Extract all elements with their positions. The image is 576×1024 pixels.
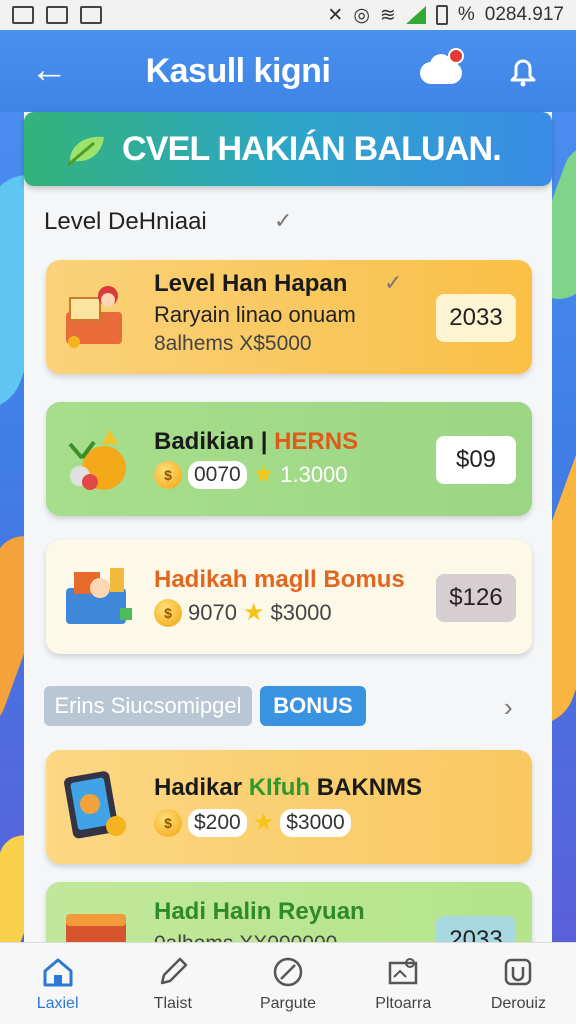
card-values: $ 0070 ★ 1.3000	[154, 460, 348, 489]
compass-icon	[273, 957, 303, 986]
chevron-right-icon[interactable]: ›	[504, 692, 513, 723]
tablet-game-icon	[64, 771, 126, 839]
star-icon: ★	[242, 599, 265, 626]
treasure-chest-icon	[66, 286, 122, 348]
filter-chip[interactable]: Erins Siucsomipgel	[44, 686, 252, 726]
alarm-icon: ◎	[353, 4, 370, 26]
fruit-basket-icon	[68, 430, 126, 490]
card-values: $ $200 ★ $3000	[154, 808, 351, 837]
coin-value: 9070	[188, 599, 237, 625]
battery-percent: %	[457, 4, 475, 25]
card-detail: 8alhems X$5000	[154, 332, 312, 355]
card-title: Level Han Hapan	[154, 270, 348, 297]
card-title: Hadikar KIfuh BAKNMS	[154, 774, 423, 801]
reward-card[interactable]: Hadikar KIfuh BAKNMS $ $200 ★ $3000	[46, 750, 532, 864]
profile-icon	[505, 958, 532, 985]
coin-value: 0070	[188, 460, 247, 489]
clock: 0284.917	[484, 4, 564, 25]
app-bar: ← Kasull kigni	[0, 30, 576, 112]
image-icon	[12, 6, 34, 24]
coin-icon: $	[154, 598, 182, 627]
nav-label: Laxiel	[36, 994, 79, 1012]
nav-map[interactable]: Pltoarra	[346, 943, 461, 1024]
nav-profile[interactable]: Derouiz	[461, 943, 576, 1024]
bell-icon[interactable]	[504, 52, 542, 90]
reward-card[interactable]: Level Han Hapan ✓ Raryain linao onuam 8a…	[46, 260, 532, 374]
toy-box-icon	[66, 568, 132, 624]
app-icon	[80, 6, 102, 24]
bottom-nav: Laxiel Tlaist Pargute Pltoarra Derouiz	[0, 942, 576, 1024]
banner-text: CVEL HAKIÁN BALUAN.	[122, 129, 502, 168]
signal-icon	[405, 6, 426, 24]
mute-icon: ✕	[327, 4, 344, 26]
coin-value: $200	[188, 808, 247, 837]
coin-icon: $	[154, 460, 182, 489]
price-badge[interactable]: $09	[436, 436, 516, 484]
leaf-icon	[67, 136, 104, 167]
nav-home[interactable]: Laxiel	[0, 943, 115, 1024]
star-icon: ★	[252, 809, 275, 836]
map-icon	[388, 957, 418, 984]
nav-label: Tlaist	[153, 994, 192, 1012]
nav-label: Derouiz	[490, 994, 546, 1012]
main-panel: CVEL HAKIÁN BALUAN. Level DeHniaai ✓ Lev…	[24, 112, 552, 964]
notification-dot	[448, 48, 464, 64]
pencil-icon	[160, 957, 188, 984]
star-icon: ★	[252, 461, 275, 488]
nav-explore[interactable]: Pargute	[230, 943, 345, 1024]
reward-card[interactable]: Badikian | HERNS $ 0070 ★ 1.3000 $09	[46, 402, 532, 516]
card-title: Hadi Halin Reyuan	[154, 898, 365, 925]
card-subtitle: Raryain linao onuam	[154, 302, 356, 327]
star-value: $3000	[270, 599, 332, 625]
gallery-icon	[46, 6, 68, 24]
star-value: $3000	[280, 808, 351, 837]
price-badge[interactable]: 2033	[436, 294, 516, 342]
price-badge[interactable]: $126	[436, 574, 516, 622]
check-icon: ✓	[274, 208, 293, 233]
section-title: Level DeHniaai	[44, 208, 207, 235]
card-title: Hadikah magll Bomus	[154, 566, 405, 593]
card-title: Badikian | HERNS	[154, 428, 359, 455]
bonus-chip[interactable]: BONUS	[260, 686, 366, 726]
level-banner[interactable]: CVEL HAKIÁN BALUAN.	[24, 112, 552, 186]
coin-icon: $	[154, 808, 182, 837]
nav-tasks[interactable]: Tlaist	[115, 943, 230, 1024]
reward-card[interactable]: Hadikah magll Bomus $ 9070 ★ $3000 $126	[46, 540, 532, 654]
star-value: 1.3000	[280, 461, 348, 487]
wifi-icon: ≋	[379, 4, 396, 26]
status-bar: ✕ ◎ ≋ % 0284.917	[0, 0, 576, 30]
cloud-sync-icon[interactable]	[420, 48, 464, 86]
nav-label: Pargute	[259, 994, 317, 1012]
home-icon	[43, 958, 73, 986]
battery-icon	[435, 5, 448, 25]
page-title: Kasull kigni	[145, 51, 331, 90]
check-icon: ✓	[384, 270, 403, 295]
nav-label: Pltoarra	[375, 994, 432, 1012]
card-values: $ 9070 ★ $3000	[154, 598, 332, 627]
